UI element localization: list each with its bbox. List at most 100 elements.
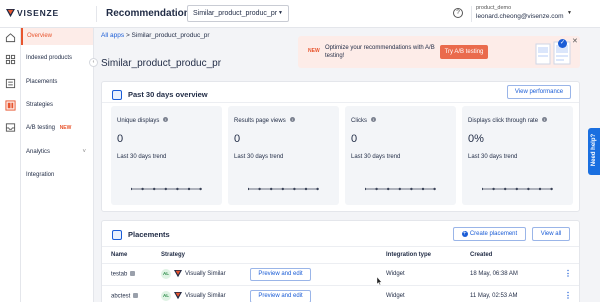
sidebar-item-integration[interactable]: Integration xyxy=(21,167,93,184)
info-icon[interactable]: i xyxy=(289,117,295,122)
trend-sparkline xyxy=(248,187,319,191)
visenze-logo[interactable]: VISENZE xyxy=(6,8,59,18)
sidebar-item-indexed-products[interactable]: Indexed products xyxy=(21,50,93,67)
sidebar-item-ab-testing[interactable]: A/B testing NEW xyxy=(21,120,93,137)
account-menu-chevron-icon[interactable]: ▼ xyxy=(567,10,572,16)
check-circle-icon: ✓ xyxy=(558,39,567,48)
metric-label: Clicks xyxy=(351,118,367,124)
home-icon[interactable] xyxy=(5,32,16,43)
plus-icon: + xyxy=(461,231,468,237)
metric-trend-label: Last 30 days trend xyxy=(351,154,401,160)
strategy-type-badge: AL xyxy=(161,269,171,279)
table-row: testab AL Visually Similar Preview and e… xyxy=(102,263,579,285)
divider xyxy=(102,102,579,103)
created-date: 18 May, 06:38 AM xyxy=(470,271,518,277)
ab-testing-illustration-icon xyxy=(535,41,571,65)
collapse-sidebar-chevron-icon[interactable]: ‹ xyxy=(89,58,98,67)
question-circle-icon[interactable]: ? xyxy=(453,8,463,18)
trend-sparkline xyxy=(482,187,553,191)
integration-type: Widget xyxy=(386,293,405,299)
column-header-name: Name xyxy=(111,252,128,258)
preview-and-edit-button[interactable]: Preview and edit xyxy=(250,290,311,302)
sparkline-point xyxy=(398,187,401,191)
need-help-label: Need help? xyxy=(591,133,597,167)
page-title: Similar_product_produc_pr xyxy=(101,58,222,69)
sidebar-item-overview[interactable]: Overview xyxy=(21,28,93,45)
sparkline-point xyxy=(293,187,296,191)
info-icon[interactable]: i xyxy=(542,117,548,122)
view-all-button[interactable]: View all xyxy=(532,227,570,241)
divider xyxy=(96,6,97,22)
metric-trend-label: Last 30 days trend xyxy=(234,154,284,160)
view-performance-button[interactable]: View performance xyxy=(507,85,571,99)
more-options-icon[interactable]: ⋮ xyxy=(564,270,572,278)
sidebar-item-label: A/B testing xyxy=(26,125,56,131)
trend-chart-icon xyxy=(112,90,122,100)
integration-type: Widget xyxy=(386,271,405,277)
sparkline-point xyxy=(258,187,261,191)
placement-name-cell[interactable]: testab xyxy=(111,271,136,278)
metric-label: Displays click through rate xyxy=(468,118,539,124)
sidebar-item-analytics[interactable]: Analytics ˅ xyxy=(21,144,93,161)
inbox-icon[interactable] xyxy=(5,122,16,133)
new-badge: NEW xyxy=(59,125,72,131)
chevron-down-icon: ▼ xyxy=(278,10,283,16)
create-placement-button[interactable]: + Create placement xyxy=(453,227,526,241)
sparkline-point xyxy=(482,187,484,191)
breadcrumb-separator: > xyxy=(125,32,130,39)
list-icon[interactable] xyxy=(5,78,16,89)
sparkline-point xyxy=(538,187,542,191)
placements-card: Placements + Create placement View all Na… xyxy=(101,220,580,302)
sparkline-point xyxy=(176,187,179,191)
placements-title: Placements xyxy=(128,230,170,239)
page-section-title: Recommendations xyxy=(106,8,196,19)
sidebar-item-strategies[interactable]: Strategies xyxy=(21,97,93,114)
need-help-tab[interactable]: Need help? xyxy=(588,128,600,175)
column-header-integration-type: Integration type xyxy=(386,252,432,258)
sparkline-point xyxy=(421,187,425,191)
close-icon[interactable]: ✕ xyxy=(572,37,578,45)
sparkline-point xyxy=(304,187,308,191)
visenze-logo-icon xyxy=(174,292,182,300)
metric-trend-label: Last 30 days trend xyxy=(468,154,518,160)
column-header-strategy: Strategy xyxy=(161,252,186,258)
metric-label-wrap: Results page views i xyxy=(234,117,295,124)
placement-name-cell[interactable]: abctest xyxy=(111,293,139,300)
recommend-icon[interactable] xyxy=(5,100,16,111)
more-options-icon[interactable]: ⋮ xyxy=(564,292,572,300)
sidebar-item-label: Overview xyxy=(27,33,53,39)
metric-unique-displays: Unique displays i 0 Last 30 days trend xyxy=(111,106,222,205)
sparkline-point xyxy=(492,187,495,191)
placement-name: abctest xyxy=(111,293,131,300)
metric-value: 0 xyxy=(234,133,241,145)
create-placement-label: Create placement xyxy=(469,231,518,237)
breadcrumb-all-apps[interactable]: All apps xyxy=(101,32,124,39)
placements-icon xyxy=(112,230,122,240)
grid-icon[interactable] xyxy=(5,54,16,65)
sparkline-point xyxy=(375,187,378,191)
metric-value: 0 xyxy=(117,133,124,145)
sparkline-point xyxy=(316,187,319,191)
placement-name: testab xyxy=(111,271,128,278)
account-name: product_demo xyxy=(476,5,512,11)
icon-rail xyxy=(0,28,21,302)
metric-label: Unique displays xyxy=(117,118,160,124)
app-selector[interactable]: Similar_product_produc_pr ▼ xyxy=(187,5,289,22)
info-icon[interactable]: i xyxy=(163,117,169,122)
lock-icon xyxy=(130,271,136,276)
sparkline-point xyxy=(141,187,144,191)
trend-sparkline xyxy=(365,187,436,191)
sparkline-point xyxy=(504,187,507,191)
sidebar-item-placements[interactable]: Placements xyxy=(21,74,93,91)
table-row: abctest AL Visually Similar Preview and … xyxy=(102,285,579,302)
strategy-name: Visually Similar xyxy=(185,293,226,299)
sparkline-point xyxy=(270,187,273,191)
sparkline-point xyxy=(199,187,202,191)
metric-label: Results page views xyxy=(234,118,286,124)
sparkline-point xyxy=(248,187,250,191)
try-ab-testing-button[interactable]: Try A/B testing xyxy=(440,45,488,59)
divider xyxy=(102,246,579,247)
preview-and-edit-button[interactable]: Preview and edit xyxy=(250,268,311,281)
account-email[interactable]: leonard.cheong@visenze.com xyxy=(476,13,564,20)
info-icon[interactable]: i xyxy=(371,117,376,122)
